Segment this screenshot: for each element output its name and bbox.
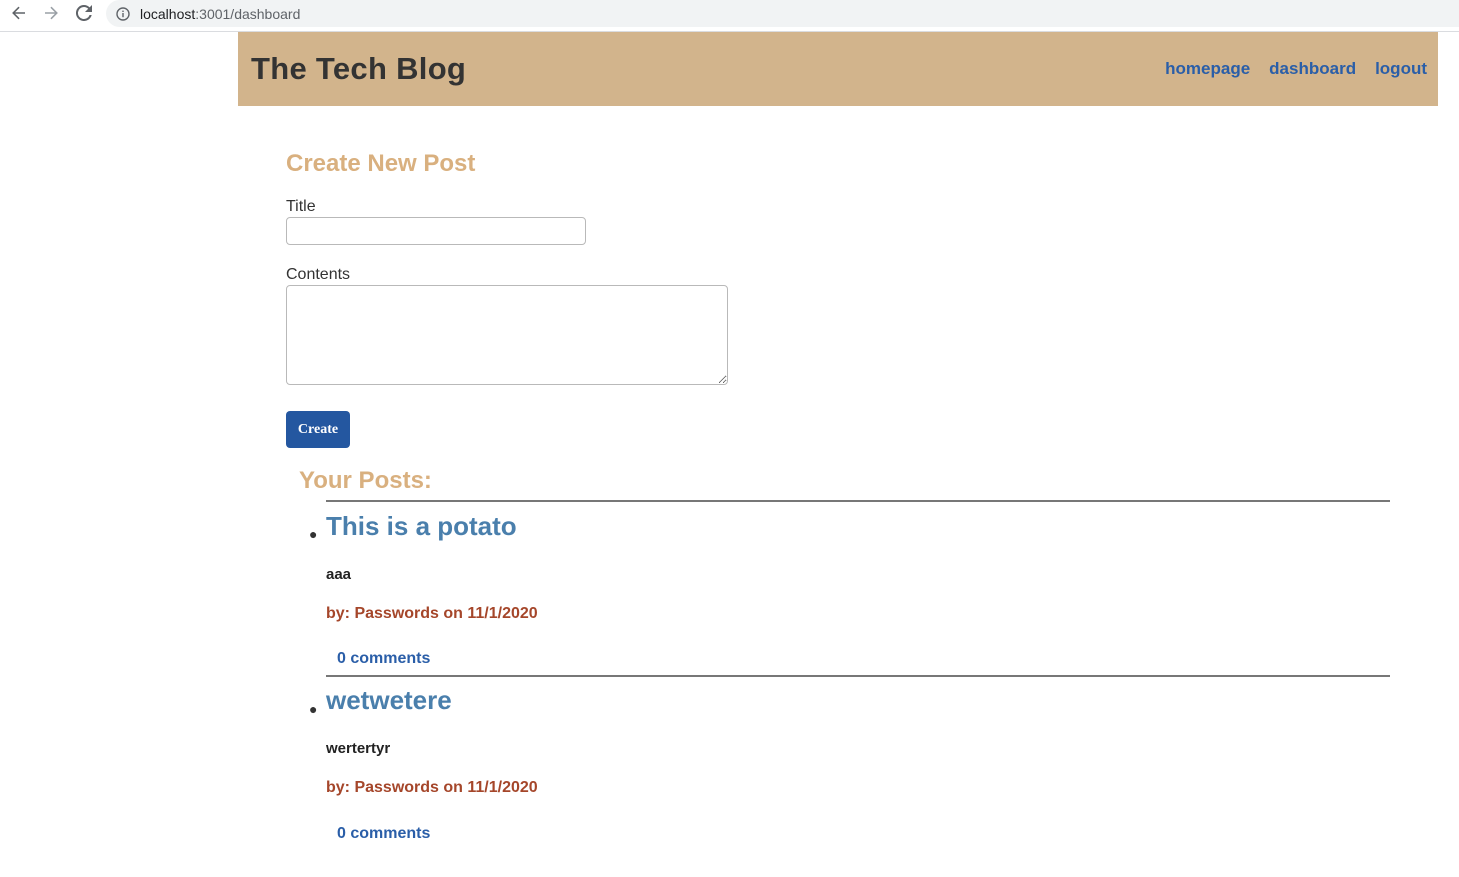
bullet-icon: ●: [309, 526, 318, 542]
url-path: :3001/dashboard: [195, 5, 301, 22]
contents-label: Contents: [286, 266, 351, 283]
nav-homepage-link[interactable]: homepage: [1165, 59, 1250, 79]
post-contents-textarea[interactable]: [286, 285, 728, 385]
create-post-heading: Create New Post: [286, 150, 476, 177]
your-posts-heading: Your Posts:: [299, 467, 432, 494]
title-label: Title: [286, 198, 316, 215]
post-comments-link[interactable]: 0 comments: [337, 825, 430, 843]
post-title-link[interactable]: This is a potato: [326, 511, 517, 542]
post-title-input[interactable]: [286, 217, 586, 245]
post-meta: by: Passwords on 11/1/2020: [326, 605, 538, 622]
post-meta: by: Passwords on 11/1/2020: [326, 779, 538, 796]
nav-logout-link[interactable]: logout: [1375, 59, 1427, 79]
post-title-link[interactable]: wetwetere: [326, 685, 452, 716]
site-nav: homepage dashboard logout: [1165, 59, 1427, 79]
reload-icon[interactable]: [73, 3, 95, 23]
bullet-icon: ●: [309, 701, 318, 717]
post-item: ● wetwetere wertertyr by: Passwords on 1…: [309, 675, 1390, 842]
site-title: The Tech Blog: [251, 51, 467, 86]
address-bar[interactable]: localhost:3001/dashboard: [106, 0, 1459, 27]
post-body: aaa: [326, 566, 352, 583]
back-arrow-icon[interactable]: [8, 3, 30, 23]
create-post-button[interactable]: Create: [286, 411, 350, 448]
post-item: ● This is a potato aaa by: Passwords on …: [309, 500, 1390, 667]
post-body: wertertyr: [326, 740, 391, 757]
forward-arrow-icon[interactable]: [40, 3, 62, 23]
post-comments-link[interactable]: 0 comments: [337, 650, 430, 668]
url-text: localhost:3001/dashboard: [140, 6, 300, 22]
browser-toolbar: localhost:3001/dashboard: [0, 0, 1459, 27]
nav-dashboard-link[interactable]: dashboard: [1269, 59, 1356, 79]
info-icon[interactable]: [116, 6, 130, 21]
url-host: localhost: [140, 5, 196, 22]
site-header: The Tech Blog homepage dashboard logout: [238, 32, 1438, 106]
